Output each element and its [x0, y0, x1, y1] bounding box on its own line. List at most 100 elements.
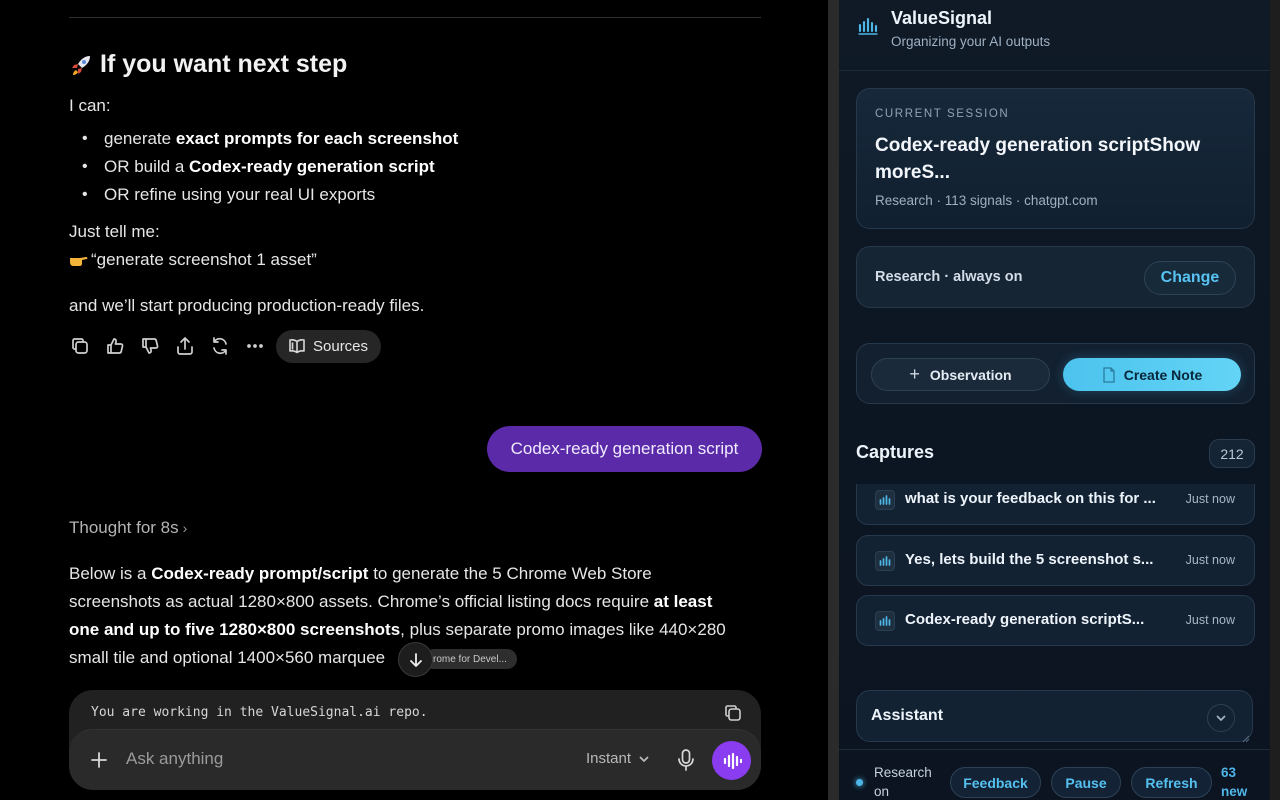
- thumbs-up-button[interactable]: [104, 335, 126, 357]
- more-icon: [247, 344, 263, 348]
- bullet-text: OR build a: [104, 157, 190, 176]
- session-title: Codex-ready generation scriptShow moreS.…: [875, 135, 1201, 183]
- citation-chip[interactable]: rome for Devel...: [424, 649, 517, 669]
- waveform-icon: [723, 752, 742, 769]
- chevron-down-icon: [1216, 715, 1226, 721]
- bullet-text: generate: [104, 129, 176, 148]
- assistant-label: Assistant: [871, 707, 944, 724]
- response-line: screenshots as actual 1280×800 assets. C…: [69, 592, 713, 611]
- voice-mode-button[interactable]: [712, 741, 751, 780]
- model-label: Instant: [586, 750, 632, 767]
- closing-text: and we’ll start producing production-rea…: [69, 296, 425, 315]
- header-divider: [839, 70, 1270, 71]
- bullet-text: OR refine using your real UI exports: [104, 185, 376, 204]
- thought-label: Thought for 8s: [69, 518, 179, 537]
- arrow-down-icon: [409, 652, 422, 667]
- chat-input[interactable]: [126, 749, 526, 769]
- thumbs-down-button[interactable]: [139, 335, 161, 357]
- list-item[interactable]: what is your feedback on this for ... Ju…: [856, 484, 1255, 525]
- assistant-section[interactable]: Assistant: [856, 690, 1253, 743]
- copy-icon: [725, 705, 741, 721]
- chevron-down-icon: [639, 756, 649, 762]
- status-text: Research on: [874, 765, 932, 799]
- feedback-button[interactable]: Feedback: [950, 767, 1041, 798]
- list-item: • generate exact prompts for each screen…: [82, 127, 458, 151]
- capture-title: Yes, lets build the 5 screenshot s...: [905, 551, 1154, 568]
- model-selector[interactable]: Instant: [586, 750, 650, 767]
- share-icon: [177, 337, 193, 355]
- example-line: “generate screenshot 1 asset”: [69, 248, 317, 272]
- input-row: Instant: [69, 730, 761, 790]
- copy-icon: [72, 338, 88, 354]
- thumbs-down-icon: [142, 338, 159, 354]
- attach-button[interactable]: [87, 748, 111, 772]
- expand-assistant-button[interactable]: [1207, 704, 1235, 732]
- signal-icon: [875, 551, 895, 571]
- book-icon: [289, 339, 305, 354]
- captures-title: Captures: [856, 442, 935, 462]
- list-item: • OR refine using your real UI exports: [82, 183, 375, 207]
- copy-button[interactable]: [69, 335, 91, 357]
- refresh-button[interactable]: Refresh: [1131, 767, 1212, 798]
- share-button[interactable]: [174, 335, 196, 357]
- plus-icon: +: [909, 364, 920, 384]
- regenerate-button[interactable]: [209, 335, 231, 357]
- signal-icon: [875, 611, 895, 631]
- list-item: • OR build a Codex-ready generation scri…: [82, 155, 435, 179]
- create-note-button[interactable]: Create Note: [1063, 358, 1241, 391]
- response-line: one and up to five 1280×800 screenshots,…: [69, 620, 726, 639]
- observation-button[interactable]: + Observation: [871, 358, 1050, 391]
- pasted-code-text: You are working in the ValueSignal.ai re…: [91, 705, 428, 720]
- capture-title: Codex-ready generation scriptS...: [905, 611, 1145, 628]
- pane-divider[interactable]: [828, 0, 839, 800]
- resize-handle-icon[interactable]: [1241, 730, 1250, 743]
- capture-title: what is your feedback on this for ...: [905, 490, 1156, 507]
- thumbs-up-icon: [107, 338, 124, 354]
- pointing-hand-icon: [70, 257, 88, 266]
- rocket-icon: [72, 55, 90, 75]
- window-edge: [1270, 0, 1280, 800]
- example-text: “generate screenshot 1 asset”: [91, 250, 317, 269]
- user-message-bubble: Codex-ready generation script: [487, 426, 762, 472]
- divider-line: [69, 17, 761, 18]
- capture-time: Just now: [1185, 613, 1235, 627]
- tell-text: Just tell me:: [69, 222, 160, 241]
- list-item[interactable]: Yes, lets build the 5 screenshot s... Ju…: [856, 535, 1255, 586]
- refresh-icon: [213, 337, 227, 355]
- observation-label: Observation: [929, 366, 1012, 383]
- captures-count-badge: 212: [1209, 439, 1255, 468]
- current-session-card: CURRENT SESSION Codex-ready generation s…: [856, 88, 1255, 229]
- list-item[interactable]: Codex-ready generation scriptS... Just n…: [856, 595, 1255, 646]
- status-dot-icon: [856, 779, 863, 786]
- thought-toggle[interactable]: Thought for 8s ›: [69, 518, 187, 538]
- copy-code-button[interactable]: [723, 703, 743, 723]
- bullet-bold-text: Codex-ready generation script: [189, 157, 435, 176]
- brand-tagline: Organizing your AI outputs: [891, 34, 1051, 49]
- quick-actions: + Observation Create Note: [856, 343, 1255, 404]
- microphone-icon: [678, 749, 694, 771]
- bullet-bold-text: exact prompts for each screenshot: [175, 129, 459, 148]
- pause-button[interactable]: Pause: [1051, 767, 1121, 798]
- new-count-badge: 63 new: [1221, 765, 1248, 799]
- change-mode-button[interactable]: Change: [1144, 261, 1236, 295]
- dictate-button[interactable]: [675, 748, 697, 772]
- plus-icon: [91, 752, 107, 768]
- mode-text: Research · always on: [875, 269, 1023, 285]
- chevron-right-icon: ›: [182, 520, 188, 536]
- valuesignal-panel: ValueSignal Organizing your AI outputs C…: [839, 0, 1270, 800]
- capture-time: Just now: [1185, 553, 1235, 567]
- logo-icon: [858, 17, 878, 35]
- sources-button[interactable]: Sources: [276, 329, 382, 363]
- more-options-button[interactable]: [244, 335, 266, 357]
- session-meta: Research · 113 signals · chatgpt.com: [875, 193, 1098, 208]
- message-actions: Sources: [69, 329, 382, 363]
- captures-list[interactable]: what is your feedback on this for ... Ju…: [856, 484, 1255, 654]
- create-note-label: Create Note: [1123, 366, 1203, 383]
- heading-text: If you want next step: [100, 50, 348, 78]
- signal-icon: [875, 490, 895, 510]
- mode-card: Research · always on Change: [856, 246, 1255, 308]
- capture-time: Just now: [1185, 492, 1235, 506]
- scroll-down-button[interactable]: [398, 642, 433, 677]
- brand-name: ValueSignal: [891, 8, 993, 28]
- section-heading: If you want next step: [68, 50, 347, 79]
